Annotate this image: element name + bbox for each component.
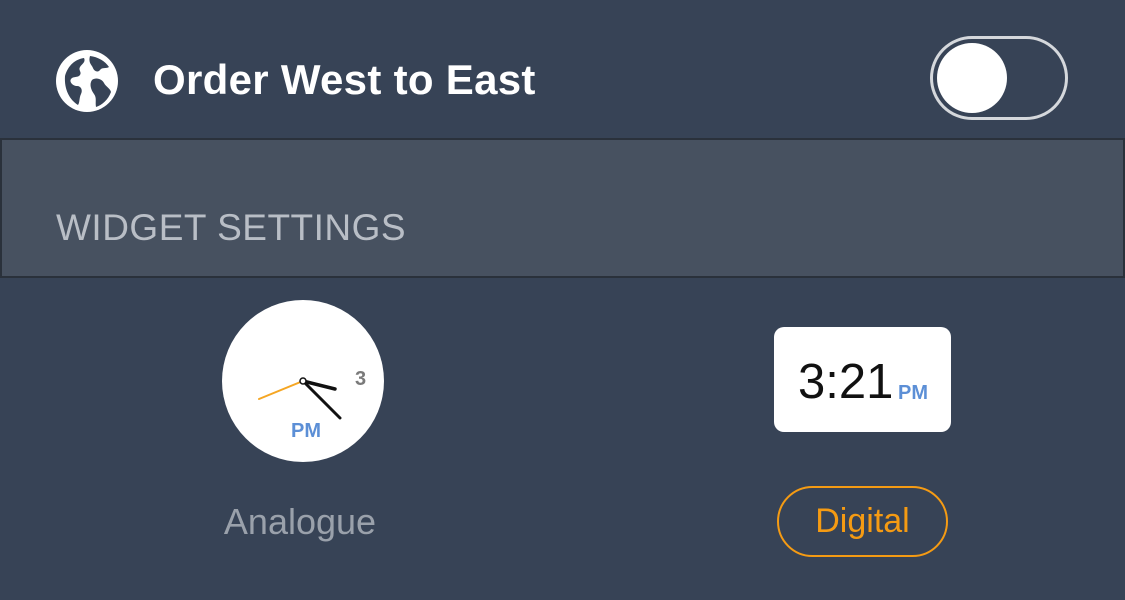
order-west-to-east-toggle[interactable] xyxy=(930,36,1068,120)
widget-settings-label: WIDGET SETTINGS xyxy=(56,207,407,248)
globe-icon xyxy=(56,50,118,112)
digital-clock-option[interactable]: 3:21 PM xyxy=(774,327,951,432)
header: Order West to East xyxy=(0,0,1125,138)
digital-ampm: PM xyxy=(898,382,928,404)
page-title: Order West to East xyxy=(153,56,536,103)
digital-clock-time: 3:21 xyxy=(798,355,894,409)
analogue-clock-number: 3 xyxy=(355,368,367,390)
analogue-label[interactable]: Analogue xyxy=(200,500,400,544)
toggle-knob[interactable] xyxy=(937,43,1007,113)
analogue-ampm: PM xyxy=(291,420,321,442)
widget-settings-section: WIDGET SETTINGS xyxy=(0,138,1125,278)
digital-label[interactable]: Digital xyxy=(777,486,948,557)
